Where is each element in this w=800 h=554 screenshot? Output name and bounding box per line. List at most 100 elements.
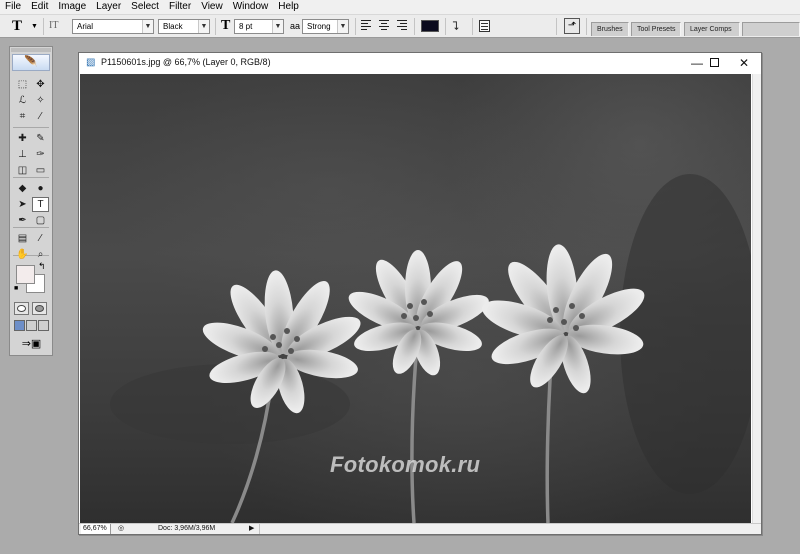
font-size-icon: T [221, 18, 231, 33]
status-info-icon[interactable]: ◎ [116, 524, 126, 534]
quickmask-mode-button[interactable] [32, 302, 47, 315]
chevron-down-icon[interactable]: ▼ [337, 20, 348, 33]
menu-file[interactable]: File [0, 0, 26, 14]
antialias-value: Strong [307, 22, 331, 31]
full-screen-mode-icon[interactable] [38, 320, 49, 331]
magic-wand-tool-icon[interactable]: ✧ [32, 93, 49, 108]
file-browser-icon[interactable]: ⬏ [564, 18, 580, 34]
clone-stamp-tool-icon[interactable]: ⊥ [14, 147, 31, 162]
menu-help[interactable]: Help [273, 0, 304, 14]
antialias-select[interactable]: Strong ▼ [302, 19, 349, 34]
toolbox: 🪶 ↰ ■ ⇒▣ ⬚ ✥ ℒ ✧ ⌗ ⁄ ✚ ✎ ⊥ ✑ ◫ ▭ ◆ ● ➤ T ✒ ▢ ▤ ⁄ ✋ ⌕ [9, 46, 53, 356]
divider [586, 18, 587, 35]
close-button[interactable]: ✕ [729, 53, 759, 73]
eraser-tool-icon[interactable]: ◫ [14, 163, 31, 178]
status-bar: 66,67% ◎ Doc: 3,96M/3,96M ▶ [79, 523, 761, 534]
divider [414, 18, 415, 35]
antialias-icon: aa [290, 21, 301, 31]
status-menu-arrow-icon[interactable]: ▶ [249, 524, 254, 534]
zoom-tool-icon[interactable]: ⌕ [32, 247, 49, 262]
text-orientation-icon[interactable]: IT [49, 20, 58, 32]
hand-tool-icon[interactable]: ✋ [14, 247, 31, 262]
chevron-down-icon[interactable]: ▼ [198, 20, 209, 33]
chevron-down-icon[interactable]: ▼ [142, 20, 153, 33]
document-size: Doc: 3,96M/3,96M [158, 525, 216, 532]
standard-screen-mode-icon[interactable] [14, 320, 25, 331]
options-bar: T ▼ IT Arial ▼ Black ▼ T 8 pt ▼ aa Stron… [0, 14, 800, 38]
toolbox-grip[interactable] [11, 48, 51, 52]
warp-text-icon[interactable]: ⮧ [452, 19, 459, 33]
palette-well-empty [742, 22, 800, 36]
divider [556, 18, 557, 35]
brush-tool-icon[interactable]: ✎ [32, 131, 49, 146]
standard-mode-button[interactable] [14, 302, 29, 315]
menu-edit[interactable]: Edit [26, 0, 53, 14]
type-tool-icon[interactable]: T [32, 197, 49, 212]
horizontal-scrollbar[interactable] [259, 524, 749, 534]
dodge-tool-icon[interactable]: ● [32, 181, 49, 196]
menu-view[interactable]: View [196, 0, 228, 14]
move-tool-icon[interactable]: ✥ [32, 77, 49, 92]
notes-tool-icon[interactable]: ▤ [14, 231, 31, 246]
jump-to-imageready-icon[interactable]: ⇒▣ [16, 337, 47, 351]
vertical-scrollbar[interactable] [752, 74, 761, 523]
divider [355, 18, 356, 35]
default-colors-icon[interactable]: ■ [14, 285, 18, 293]
swap-colors-icon[interactable]: ↰ [38, 261, 46, 271]
divider [13, 227, 49, 228]
align-right-icon[interactable] [397, 20, 409, 32]
align-center-icon[interactable] [379, 20, 391, 32]
font-style-value: Black [163, 22, 183, 31]
menu-filter[interactable]: Filter [164, 0, 196, 14]
tab-tool-presets[interactable]: Tool Presets [631, 22, 681, 36]
divider [215, 18, 216, 35]
feather-logo-icon[interactable]: 🪶 [12, 54, 50, 71]
shape-tool-icon[interactable]: ▢ [32, 213, 49, 228]
lasso-tool-icon[interactable]: ℒ [14, 93, 31, 108]
maximize-button[interactable] [699, 53, 729, 73]
gradient-tool-icon[interactable]: ▭ [32, 163, 49, 178]
eyedropper-tool-icon[interactable]: ⁄ [32, 231, 49, 246]
slice-tool-icon[interactable]: ⁄ [32, 109, 49, 124]
zoom-level-field[interactable]: 66,67% [81, 524, 111, 534]
tab-brushes[interactable]: Brushes [591, 22, 629, 36]
menu-window[interactable]: Window [228, 0, 274, 14]
foreground-color-swatch[interactable] [16, 265, 35, 284]
divider [445, 18, 446, 35]
document-window: ▧ P1150601s.jpg @ 66,7% (Layer 0, RGB/8)… [78, 52, 762, 535]
flower-middle [348, 250, 489, 376]
divider [472, 18, 473, 35]
full-screen-menu-mode-icon[interactable] [26, 320, 37, 331]
font-size-value: 8 pt [239, 22, 253, 31]
blur-tool-icon[interactable]: ◆ [14, 181, 31, 196]
crop-tool-icon[interactable]: ⌗ [14, 109, 31, 124]
font-size-select[interactable]: 8 pt ▼ [234, 19, 284, 34]
chevron-down-icon[interactable]: ▼ [272, 20, 283, 33]
tool-preset-picker[interactable]: T [12, 18, 22, 34]
divider [43, 18, 44, 35]
font-style-select[interactable]: Black ▼ [158, 19, 210, 34]
text-color-swatch[interactable] [421, 20, 439, 32]
divider [13, 127, 49, 128]
image-canvas[interactable]: Fotokomok.ru [80, 74, 751, 523]
font-family-select[interactable]: Arial ▼ [72, 19, 154, 34]
align-left-icon[interactable] [361, 20, 373, 32]
pen-tool-icon[interactable]: ✒ [14, 213, 31, 228]
path-selection-tool-icon[interactable]: ➤ [14, 197, 31, 212]
menu-layer[interactable]: Layer [91, 0, 126, 14]
document-title-bar[interactable]: ▧ P1150601s.jpg @ 66,7% (Layer 0, RGB/8)… [79, 53, 761, 73]
tab-layer-comps[interactable]: Layer Comps [684, 22, 740, 36]
marquee-tool-icon[interactable]: ⬚ [14, 77, 31, 92]
menu-select[interactable]: Select [126, 0, 164, 14]
divider [13, 177, 49, 178]
maximize-icon [710, 58, 719, 67]
healing-brush-tool-icon[interactable]: ✚ [14, 131, 31, 146]
menu-image[interactable]: Image [53, 0, 91, 14]
chevron-down-icon[interactable]: ▼ [31, 23, 38, 31]
character-palette-icon[interactable] [479, 20, 490, 32]
document-icon: ▧ [86, 57, 96, 68]
menu-bar: File Edit Image Layer Select Filter View Window… [0, 0, 800, 14]
watermark-text: Fotokomok.ru [330, 452, 481, 477]
document-title: P1150601s.jpg @ 66,7% (Layer 0, RGB/8) [101, 57, 271, 67]
history-brush-tool-icon[interactable]: ✑ [32, 147, 49, 162]
